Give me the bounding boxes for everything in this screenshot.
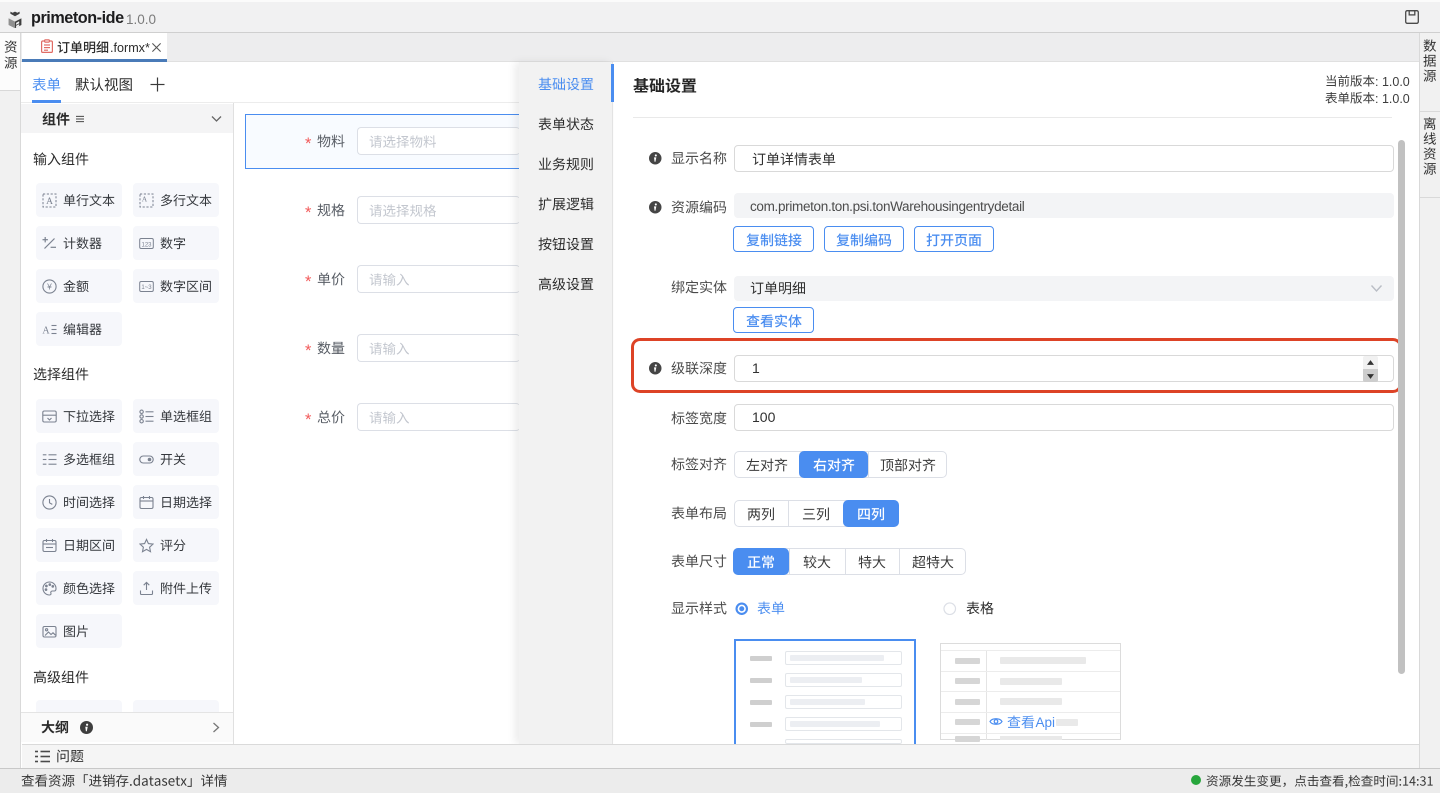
svg-text:A: A — [46, 197, 53, 207]
svg-text:A: A — [42, 326, 50, 337]
svg-text:A: A — [142, 195, 148, 204]
svg-text:123: 123 — [141, 242, 152, 248]
svg-text:1~3: 1~3 — [141, 285, 152, 291]
svg-text:¥: ¥ — [46, 282, 52, 292]
